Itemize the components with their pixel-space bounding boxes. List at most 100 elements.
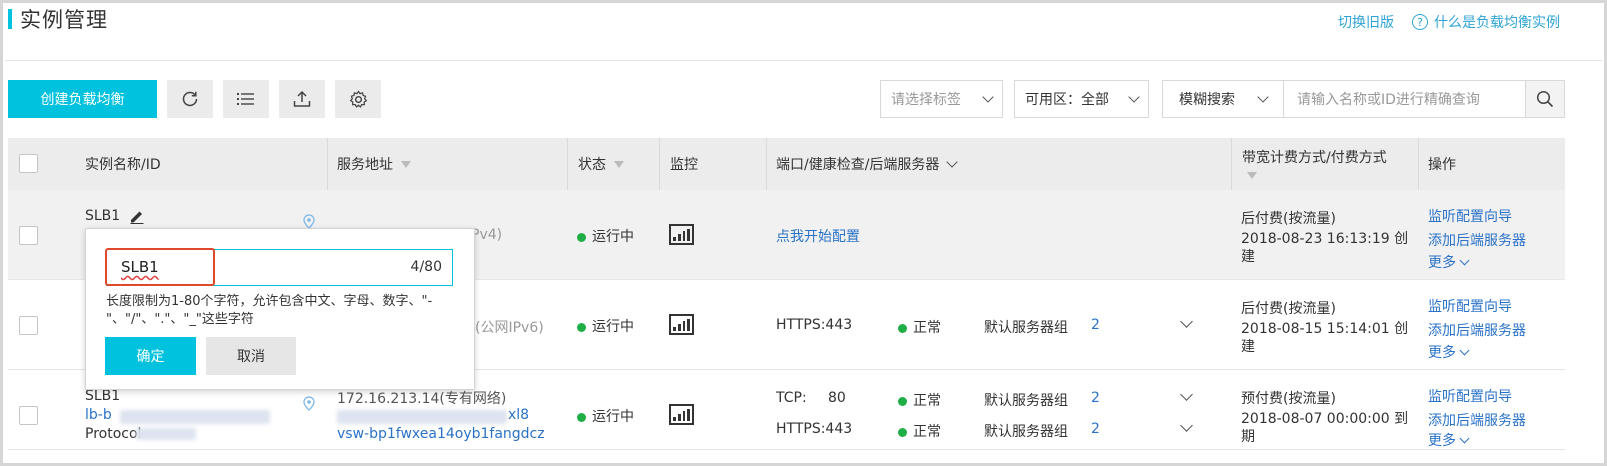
zone-select[interactable]: 可用区：全部	[1014, 80, 1149, 118]
status-running: 运行中	[577, 316, 634, 336]
more-label: 更多	[1428, 255, 1456, 271]
start-config-link[interactable]: 点我开始配置	[776, 226, 860, 246]
column-header-status[interactable]: 状态	[578, 138, 624, 190]
row-checkbox[interactable]	[19, 226, 38, 245]
listener-port: HTTPS:443	[776, 317, 853, 333]
char-counter: 4/80	[410, 259, 442, 275]
health-status: 正常	[898, 390, 941, 410]
rename-popover: SLB1 4/80 长度限制为1-80个字符，允许包含中文、字母、数字、"-"、…	[85, 228, 475, 390]
column-divider	[1231, 138, 1232, 190]
column-header-actions: 操作	[1428, 157, 1456, 173]
status-label: 运行中	[592, 319, 634, 335]
column-header-ports-label: 端口/健康检查/后端服务器	[776, 157, 940, 173]
expand-chevron-icon[interactable]	[1180, 388, 1193, 401]
vswitch-id-link[interactable]: vsw-bp1fwxea14oyb1fangdcz	[337, 426, 545, 442]
row-checkbox[interactable]	[19, 406, 38, 425]
server-group: 默认服务器组	[984, 424, 1068, 440]
more-menu-link[interactable]: 更多	[1428, 252, 1470, 272]
column-header-address-label: 服务地址	[337, 157, 393, 173]
zone-select-value: 可用区：全部	[1025, 92, 1109, 108]
help-link[interactable]: ? 什么是负载均衡实例	[1412, 12, 1560, 32]
server-group-count[interactable]: 2	[1091, 317, 1100, 333]
add-backend-server-link[interactable]: 添加后端服务器	[1428, 410, 1526, 430]
chevron-down-icon	[982, 91, 994, 103]
health-ok-dot	[898, 323, 907, 333]
column-divider	[659, 138, 660, 190]
add-backend-server-link[interactable]: 添加后端服务器	[1428, 230, 1526, 250]
health-status: 正常	[898, 421, 941, 441]
filter-icon[interactable]	[1247, 172, 1257, 179]
health-ok-dot	[898, 396, 907, 406]
listener-wizard-link[interactable]: 监听配置向导	[1428, 386, 1512, 406]
monitor-chart-icon[interactable]	[669, 404, 694, 425]
confirm-button[interactable]: 确定	[105, 337, 196, 375]
column-header-address[interactable]: 服务地址	[337, 138, 411, 190]
name-length-hint: 长度限制为1-80个字符，允许包含中文、字母、数字、"-"、"/"、"."、"_…	[106, 294, 433, 327]
monitor-chart-icon[interactable]	[669, 314, 694, 335]
chevron-down-icon	[1128, 91, 1140, 103]
location-icon	[303, 396, 315, 411]
status-ok-dot	[577, 412, 586, 422]
search-mode-value: 模糊搜索	[1179, 92, 1235, 108]
gear-icon	[349, 89, 367, 108]
status-running: 运行中	[577, 406, 634, 426]
listener-wizard-link[interactable]: 监听配置向导	[1428, 206, 1512, 226]
redacted-id	[120, 410, 270, 424]
server-group-count[interactable]: 2	[1091, 390, 1100, 406]
instance-id-link[interactable]: lb-b	[85, 407, 112, 423]
service-address: 172.16.213.14(专有网络)	[337, 391, 507, 407]
chevron-down-icon	[1257, 91, 1269, 103]
health-label: 正常	[913, 424, 941, 440]
health-status: 正常	[898, 317, 941, 337]
expand-chevron-icon[interactable]	[1180, 315, 1193, 328]
column-header-status-label: 状态	[578, 157, 606, 173]
billing-time: 2018-08-07 00:00:00 到	[1241, 411, 1409, 427]
switch-old-version-link[interactable]: 切换旧版	[1338, 12, 1394, 32]
add-backend-server-link[interactable]: 添加后端服务器	[1428, 320, 1526, 340]
more-menu-link[interactable]: 更多	[1428, 342, 1470, 362]
server-group: 默认服务器组	[984, 320, 1068, 336]
select-all-checkbox[interactable]	[19, 154, 38, 173]
column-header-monitor: 监控	[670, 157, 698, 173]
column-header-ports[interactable]: 端口/健康检查/后端服务器	[776, 138, 959, 190]
vpc-id-suffix[interactable]: xl8	[508, 407, 529, 423]
health-label: 正常	[913, 320, 941, 336]
column-divider	[766, 138, 767, 190]
create-load-balancer-button[interactable]: 创建负载均衡	[8, 80, 157, 118]
column-header-billing[interactable]: 带宽计费方式/付费方式	[1242, 138, 1387, 190]
search-mode-select[interactable]: 模糊搜索	[1162, 80, 1284, 118]
settings-button[interactable]	[335, 80, 381, 118]
list-icon	[237, 93, 254, 105]
page-title: 实例管理	[20, 8, 108, 32]
more-label: 更多	[1428, 345, 1456, 361]
column-divider	[327, 138, 328, 190]
page-title-bar: 实例管理	[8, 6, 108, 32]
listener-port: HTTPS:443	[776, 421, 853, 437]
more-label: 更多	[1428, 433, 1456, 449]
cancel-button[interactable]: 取消	[206, 337, 296, 375]
tag-select-placeholder: 请选择标签	[891, 92, 961, 108]
list-view-button[interactable]	[223, 80, 269, 118]
service-address-type: Pv4)	[471, 227, 503, 243]
edit-pencil-icon[interactable]	[129, 208, 145, 224]
filter-icon[interactable]	[614, 160, 624, 168]
billing-method: 后付费(按流量)	[1241, 301, 1336, 317]
expand-chevron-icon[interactable]	[1180, 419, 1193, 432]
column-divider	[567, 138, 568, 190]
export-button[interactable]	[279, 80, 325, 118]
row-checkbox[interactable]	[19, 316, 38, 335]
status-ok-dot	[577, 232, 586, 242]
chevron-down-icon	[1459, 255, 1470, 266]
billing-time-suffix: 期	[1241, 429, 1255, 445]
server-group-count[interactable]: 2	[1091, 421, 1100, 437]
billing-method: 后付费(按流量)	[1241, 211, 1336, 227]
listener-wizard-link[interactable]: 监听配置向导	[1428, 296, 1512, 316]
search-button[interactable]	[1525, 80, 1565, 118]
monitor-chart-icon[interactable]	[669, 224, 694, 245]
column-header-name: 实例名称/ID	[85, 157, 161, 173]
refresh-button[interactable]	[167, 80, 213, 118]
filter-icon[interactable]	[401, 160, 411, 168]
more-menu-link[interactable]: 更多	[1428, 430, 1470, 450]
tag-select[interactable]: 请选择标签	[880, 80, 1003, 118]
search-input[interactable]: 请输入名称或ID进行精确查询	[1283, 80, 1526, 118]
